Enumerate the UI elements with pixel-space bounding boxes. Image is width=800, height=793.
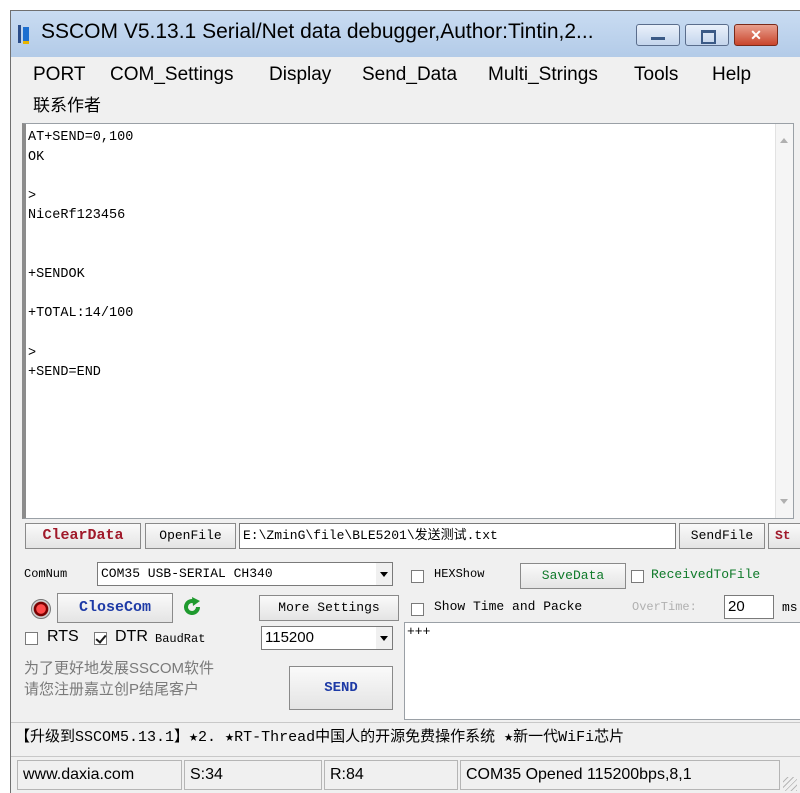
comnum-label: ComNum xyxy=(24,567,68,581)
maximize-button[interactable] xyxy=(685,24,729,46)
menu-bar: PORT COM_Settings Display Send_Data Mult… xyxy=(11,57,800,117)
status-bar: www.daxia.com S:34 R:84 COM35 Opened 115… xyxy=(11,756,800,793)
promo-text-line1[interactable]: 为了更好地发展SSCOM软件 xyxy=(24,657,214,678)
receive-line: > xyxy=(28,188,37,204)
received-to-file-checkbox[interactable] xyxy=(631,570,644,583)
baud-dropdown-arrow-icon[interactable] xyxy=(376,627,392,649)
resize-grip-icon[interactable] xyxy=(783,777,797,791)
receive-line xyxy=(28,246,133,266)
clear-data-button[interactable]: ClearData xyxy=(25,523,141,549)
app-icon xyxy=(18,23,34,45)
port-dropdown-arrow-icon[interactable] xyxy=(376,563,392,585)
menu-port[interactable]: PORT xyxy=(33,64,85,86)
show-time-label: Show Time and Packe xyxy=(434,599,583,614)
overtime-input[interactable]: 20 xyxy=(724,595,774,619)
send-button[interactable]: SEND xyxy=(289,666,393,710)
receive-line: > xyxy=(28,345,37,361)
record-icon xyxy=(31,599,51,619)
receive-line: OK xyxy=(28,149,45,165)
receive-line: NiceRf123456 xyxy=(28,208,126,224)
menu-multi-strings[interactable]: Multi_Strings xyxy=(488,64,598,86)
rts-checkbox[interactable] xyxy=(25,632,38,645)
scroll-down-arrow-icon[interactable] xyxy=(780,499,788,504)
baud-rate-select[interactable]: 115200 xyxy=(261,626,393,650)
dtr-checkbox[interactable] xyxy=(94,632,107,645)
menu-send-data[interactable]: Send_Data xyxy=(362,64,457,86)
promo-text-line2[interactable]: 请您注册嘉立创P结尾客户 xyxy=(24,678,199,699)
save-data-button[interactable]: SaveData xyxy=(520,563,626,589)
close-window-button[interactable]: ✕ xyxy=(734,24,778,46)
receive-line xyxy=(28,226,133,246)
receive-line: AT+SEND=0,100 xyxy=(28,130,134,145)
receive-line xyxy=(28,324,133,344)
hexshow-label: HEXShow xyxy=(434,567,485,581)
more-settings-button[interactable]: More Settings xyxy=(259,595,399,621)
window-title: SSCOM V5.13.1 Serial/Net data debugger,A… xyxy=(41,20,594,43)
news-ticker[interactable]: 【升级到SSCOM5.13.1】★2. ★RT-Thread中国人的开源免费操作… xyxy=(11,722,800,755)
receive-scrollbar[interactable] xyxy=(775,124,793,518)
receive-text: AT+SEND=0,100 OK > NiceRf123456 +SENDOK +T… xyxy=(28,128,133,383)
status-sent-count: S:34 xyxy=(184,760,322,790)
received-to-file-label: ReceivedToFile xyxy=(651,567,761,582)
hexshow-checkbox[interactable] xyxy=(411,570,424,583)
baud-rate-label: BaudRat xyxy=(155,632,206,646)
menu-tools[interactable]: Tools xyxy=(634,64,678,86)
rts-label: RTS xyxy=(47,628,79,645)
minimize-button[interactable] xyxy=(636,24,680,46)
menu-com-settings[interactable]: COM_Settings xyxy=(110,64,234,86)
menu-contact-author[interactable]: 联系作者 xyxy=(33,91,101,116)
file-path-input[interactable]: E:\ZminG\file\BLE5201\发送测试.txt xyxy=(239,523,676,549)
receive-line xyxy=(28,285,133,305)
dtr-label: DTR xyxy=(115,628,148,645)
ticker-text: 【升级到SSCOM5.13.1】★2. ★RT-Thread中国人的开源免费操作… xyxy=(15,729,625,746)
status-port: COM35 Opened 115200bps,8,1 xyxy=(460,760,780,790)
show-time-checkbox[interactable] xyxy=(411,603,424,616)
title-bar[interactable]: SSCOM V5.13.1 Serial/Net data debugger,A… xyxy=(11,11,800,57)
open-file-button[interactable]: OpenFile xyxy=(145,523,236,549)
close-com-button[interactable]: CloseCom xyxy=(57,593,173,623)
receive-line: +SEND=END xyxy=(28,365,101,381)
menu-display[interactable]: Display xyxy=(269,64,331,86)
receive-line: +SENDOK xyxy=(28,267,85,283)
status-site[interactable]: www.daxia.com xyxy=(17,760,182,790)
app-window: SSCOM V5.13.1 Serial/Net data debugger,A… xyxy=(10,10,800,793)
status-received-count: R:84 xyxy=(324,760,458,790)
menu-help[interactable]: Help xyxy=(712,64,751,86)
receive-line xyxy=(28,167,133,187)
port-select[interactable]: COM35 USB-SERIAL CH340 xyxy=(97,562,393,586)
send-input-area[interactable]: +++ xyxy=(404,622,800,720)
overtime-label: OverTime: xyxy=(632,600,697,614)
stop-button[interactable]: St xyxy=(768,523,800,549)
send-file-button[interactable]: SendFile xyxy=(679,523,765,549)
close-icon: ✕ xyxy=(750,27,762,43)
receive-area[interactable]: AT+SEND=0,100 OK > NiceRf123456 +SENDOK +T… xyxy=(22,123,794,519)
receive-line: +TOTAL:14/100 xyxy=(28,306,134,322)
scroll-up-arrow-icon[interactable] xyxy=(780,138,788,143)
send-input-text: +++ xyxy=(407,624,431,639)
ms-label: ms xyxy=(782,600,798,615)
refresh-icon[interactable] xyxy=(181,596,203,618)
